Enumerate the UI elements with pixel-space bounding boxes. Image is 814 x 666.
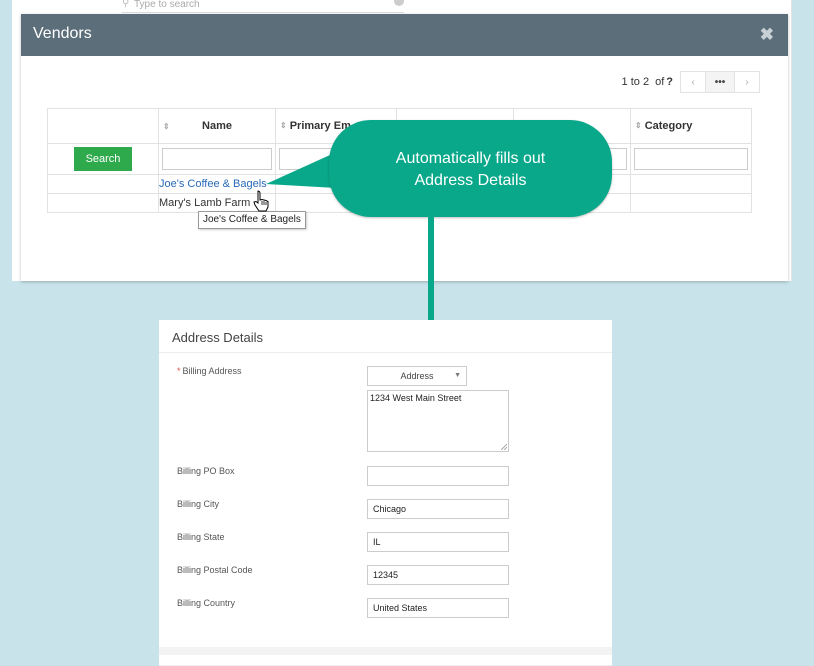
panel-footer: [159, 647, 612, 655]
sort-icon: ⇕: [280, 121, 287, 130]
callout-line-1: Automatically fills out: [395, 150, 546, 167]
billing-country-label: Billing Country: [177, 598, 236, 608]
grid-filter-search-cell: Search: [47, 143, 159, 175]
sort-icon: ⇕: [163, 122, 170, 131]
caret-down-icon: ▼: [454, 372, 461, 379]
callout-bubble: Automatically fills out Address Details: [329, 120, 612, 217]
tooltip: Joe's Coffee & Bagels: [198, 211, 306, 229]
name-filter-input[interactable]: [162, 148, 272, 170]
pager-next-button[interactable]: ›: [734, 71, 760, 93]
billing-country-input[interactable]: United States: [367, 598, 509, 618]
pager-more-button[interactable]: •••: [705, 71, 735, 93]
billing-postal-code-label: Billing Postal Code: [177, 565, 253, 575]
billing-postal-code-input[interactable]: 12345: [367, 565, 509, 585]
pager-info: 1 to 2: [621, 76, 650, 88]
billing-address-label: * Billing Address: [177, 366, 242, 376]
vendor-link[interactable]: Joe's Coffee & Bagels: [159, 178, 267, 190]
search-icon: ⚲: [122, 0, 130, 9]
pager-of-label: of: [655, 76, 665, 88]
pager: 1 to 2 of ? ‹ ••• ›: [622, 70, 760, 94]
category-filter-input[interactable]: [634, 148, 748, 170]
callout-text: Automatically fills out Address Details: [329, 148, 612, 192]
vendor-name[interactable]: Mary's Lamb Farm: [159, 197, 250, 209]
address-details-title: Address Details: [172, 330, 264, 345]
required-icon: *: [177, 366, 181, 376]
address-type-value: Address: [400, 371, 434, 381]
pager-total: ?: [666, 76, 673, 88]
sort-icon: ⇕: [635, 121, 642, 130]
modal-header: Vendors ✖: [21, 14, 788, 56]
billing-po-box-label: Billing PO Box: [177, 466, 235, 476]
background-search-placeholder: Type to search: [134, 0, 200, 10]
billing-street-value: 1234 West Main Street: [370, 393, 462, 403]
grid-header-name-label: Name: [202, 120, 232, 132]
billing-address-label-text: Billing Address: [182, 366, 242, 376]
modal-title: Vendors: [33, 25, 92, 42]
billing-city-label: Billing City: [177, 499, 220, 509]
close-icon[interactable]: ✖: [760, 25, 774, 45]
address-type-select[interactable]: Address ▼: [367, 366, 467, 386]
grid-header-category-label: Category: [644, 120, 693, 132]
resize-grip-icon[interactable]: [501, 444, 507, 450]
grid-header-category[interactable]: ⇕ Category: [630, 108, 752, 144]
callout-line-2: Address Details: [414, 172, 527, 189]
grid-header-name[interactable]: ⇕ Name: [158, 108, 276, 144]
divider: [159, 352, 612, 353]
grid-filter-category-cell: [630, 143, 752, 175]
grid-header-select: [47, 108, 159, 144]
grid-filter-name-cell: [158, 143, 276, 175]
billing-po-box-input[interactable]: [367, 466, 509, 486]
billing-state-label: Billing State: [177, 532, 225, 542]
chevron-left-icon: ‹: [691, 76, 695, 88]
chevron-right-icon: ›: [745, 76, 749, 88]
billing-city-input[interactable]: Chicago: [367, 499, 509, 519]
search-button[interactable]: Search: [74, 147, 132, 171]
background-search-box: ⚲ Type to search: [122, 0, 404, 13]
billing-street-textarea[interactable]: 1234 West Main Street: [367, 390, 509, 452]
address-details-panel: Address Details * Billing Address Address…: [159, 320, 612, 666]
billing-state-input[interactable]: IL: [367, 532, 509, 552]
pager-prev-button[interactable]: ‹: [680, 71, 706, 93]
clear-icon: [394, 0, 404, 6]
